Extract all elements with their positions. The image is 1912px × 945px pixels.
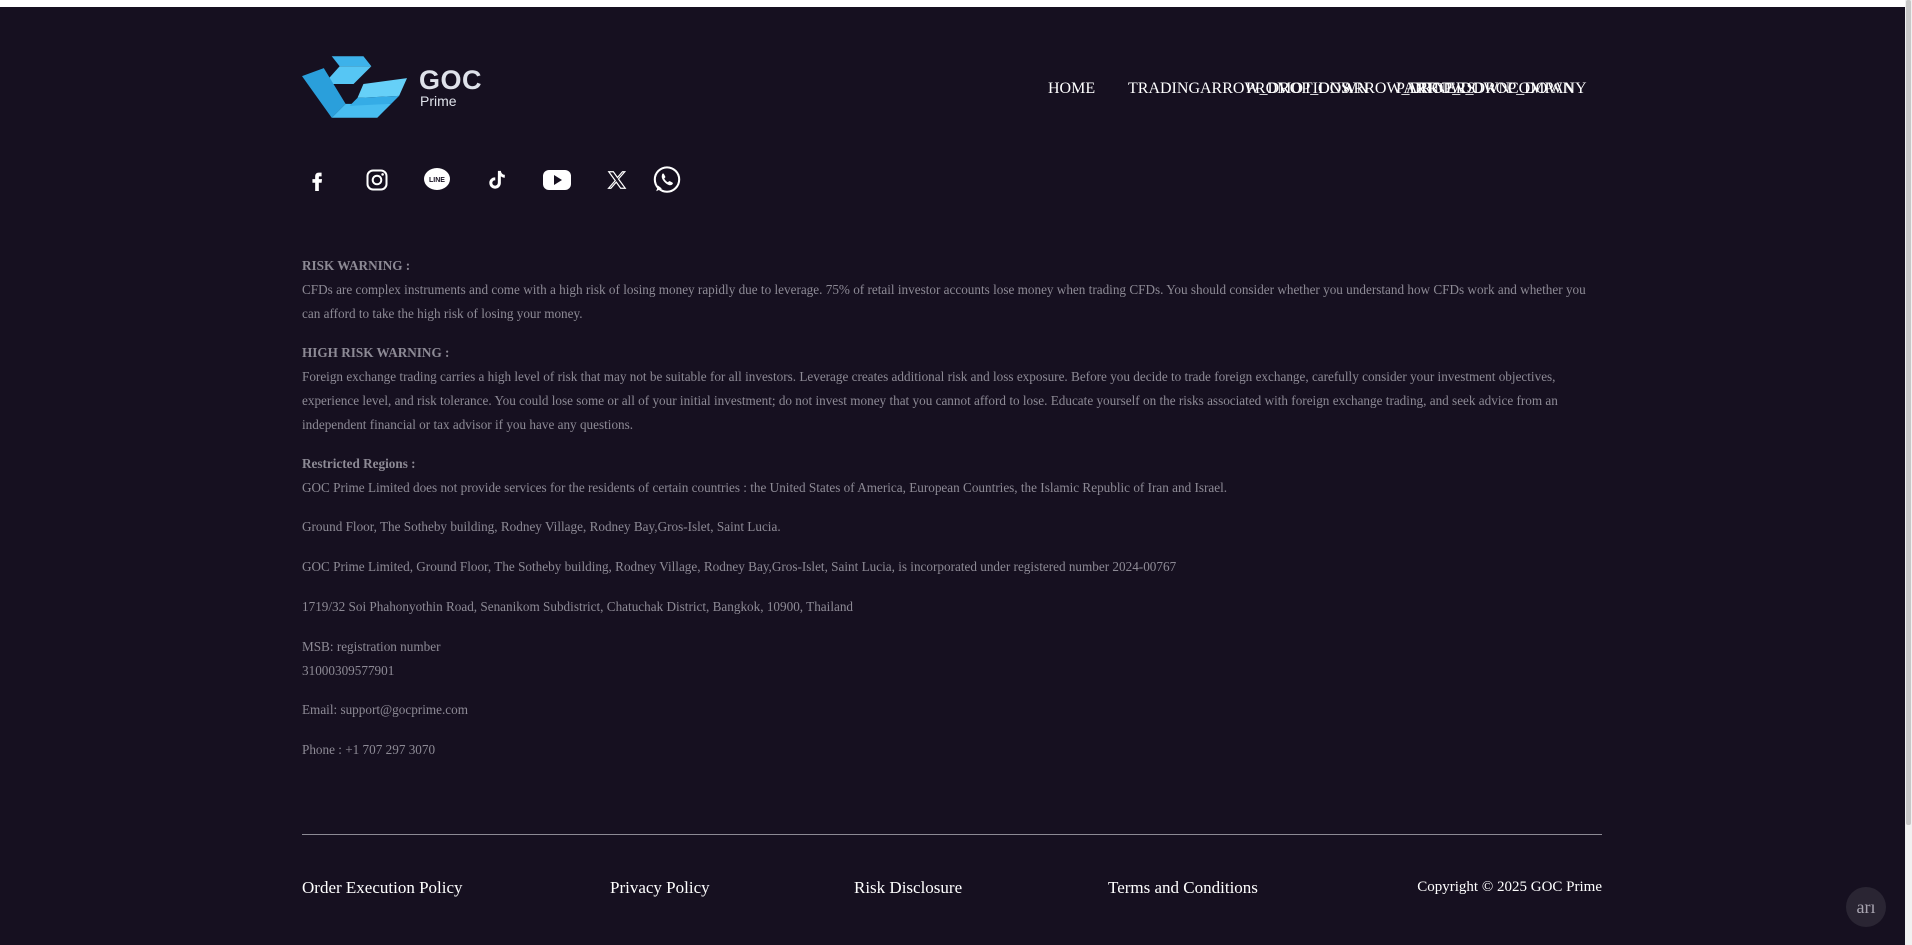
risk-warning-text: CFDs are complex instruments and come wi… xyxy=(302,282,1586,321)
msb-number: 31000309577901 xyxy=(302,663,395,678)
risk-disclosure-link[interactable]: Risk Disclosure xyxy=(854,878,962,898)
restricted-title: Restricted Regions : xyxy=(302,456,416,471)
address-thailand: 1719/32 Soi Phahonyothin Road, Senanikom… xyxy=(302,599,854,614)
instagram-icon[interactable] xyxy=(362,165,392,195)
copyright-text: Copyright © 2025 GOC Prime xyxy=(1417,879,1602,895)
logo-mark-icon xyxy=(302,56,408,118)
email-text[interactable]: Email: support@gocprime.com xyxy=(302,698,1602,722)
nav-company[interactable]: COMPANY xyxy=(1508,80,1587,98)
facebook-icon[interactable] xyxy=(302,165,332,195)
restricted-regions: Restricted Regions : GOC Prime Limited d… xyxy=(302,452,1602,500)
youtube-icon[interactable] xyxy=(542,165,572,195)
scrollbar-thumb[interactable] xyxy=(1906,0,1911,825)
privacy-policy-link[interactable]: Privacy Policy xyxy=(610,878,710,898)
brand-sub: Prime xyxy=(419,93,457,109)
terms-and-conditions-link[interactable]: Terms and Conditions xyxy=(1108,878,1258,898)
restricted-text: GOC Prime Limited does not provide servi… xyxy=(302,480,1228,495)
msb-label: MSB: registration number xyxy=(302,639,441,654)
logo-text: GOC Prime xyxy=(418,65,482,110)
footer-links: Order Execution Policy Privacy Policy Ri… xyxy=(302,878,1602,902)
high-risk-title: HIGH RISK WARNING : xyxy=(302,345,450,360)
brand-logo[interactable]: GOC Prime xyxy=(302,45,482,131)
high-risk-text: Foreign exchange trading carries a high … xyxy=(302,369,1558,432)
x-icon[interactable] xyxy=(602,165,632,195)
msb-registration: MSB: registration number 31000309577901 xyxy=(302,635,1602,683)
nav-trading[interactable]: TRADING xyxy=(1128,80,1200,98)
line-icon[interactable]: LINE xyxy=(422,165,452,195)
brand-name: GOC xyxy=(418,65,482,95)
chat-widget-button[interactable]: arı xyxy=(1846,887,1886,927)
svg-text:LINE: LINE xyxy=(429,177,445,184)
tiktok-icon[interactable] xyxy=(482,165,512,195)
risk-warning: RISK WARNING : CFDs are complex instrume… xyxy=(302,254,1602,326)
risk-warning-title: RISK WARNING : xyxy=(302,258,411,273)
order-execution-policy-link[interactable]: Order Execution Policy xyxy=(302,878,463,898)
address-saint-lucia: Ground Floor, The Sotheby building, Rodn… xyxy=(302,519,781,534)
whatsapp-icon[interactable] xyxy=(652,165,682,195)
page-scrollbar[interactable] xyxy=(1905,0,1912,945)
nav-promotions[interactable]: PROMOTIONS xyxy=(1246,80,1350,98)
incorporation-text: GOC Prime Limited, Ground Floor, The Sot… xyxy=(302,559,1177,574)
high-risk-warning: HIGH RISK WARNING : Foreign exchange tra… xyxy=(302,341,1602,437)
legal-section: RISK WARNING : CFDs are complex instrume… xyxy=(302,254,1602,778)
phone-text[interactable]: Phone : +1 707 297 3070 xyxy=(302,738,1602,762)
footer-divider xyxy=(302,834,1602,835)
main-nav: HOME TRADING arrow_drop_down PROMOTIONS … xyxy=(1040,80,1600,102)
nav-home[interactable]: HOME xyxy=(1048,80,1095,98)
